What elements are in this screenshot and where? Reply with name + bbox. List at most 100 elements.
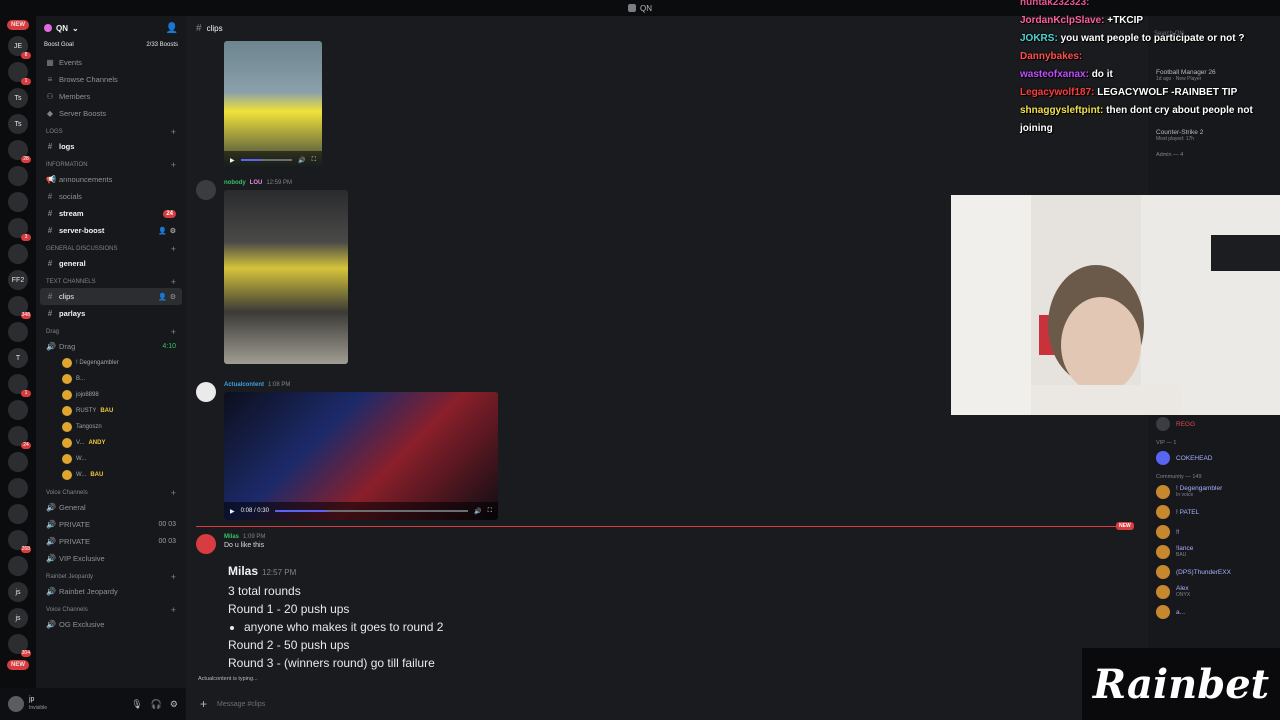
- guild-header[interactable]: QN ⌄ 👤: [36, 16, 186, 40]
- headphones-icon[interactable]: 🎧: [151, 699, 162, 710]
- member-item[interactable]: a...: [1148, 602, 1280, 622]
- play-icon[interactable]: ▶: [230, 508, 235, 515]
- voice-user[interactable]: jojo8898: [40, 387, 182, 403]
- channel-general[interactable]: # general: [40, 255, 182, 272]
- category-general[interactable]: GENERAL DISCUSSIONS +: [40, 243, 182, 255]
- server-icon[interactable]: [8, 478, 28, 498]
- sidebar-item-browse-channels[interactable]: ≡ Browse Channels: [40, 71, 182, 88]
- gear-icon[interactable]: ⚙: [170, 227, 176, 235]
- avatar[interactable]: [196, 382, 216, 402]
- category-voice-channels-2[interactable]: Voice Channels +: [40, 604, 182, 616]
- gear-icon[interactable]: ⚙: [170, 293, 176, 301]
- message-input[interactable]: Message #clips: [217, 701, 265, 708]
- gear-icon[interactable]: ⚙: [170, 699, 178, 710]
- voice-channel-drag[interactable]: 🔊 Drag 4:10: [40, 338, 182, 355]
- voice-user[interactable]: ! Degengambler: [40, 355, 182, 371]
- server-icon[interactable]: Ts: [8, 114, 28, 134]
- channel-server-boost[interactable]: # server-boost 👤 ⚙: [40, 222, 182, 239]
- channel-parlays[interactable]: # parlays: [40, 305, 182, 322]
- member-item[interactable]: (DPS)ThunderEXX: [1148, 562, 1280, 582]
- invite-icon[interactable]: 👤: [158, 227, 167, 235]
- channel-clips[interactable]: # clips 👤 ⚙: [40, 288, 182, 305]
- avatar[interactable]: [8, 696, 24, 712]
- server-icon[interactable]: [8, 400, 28, 420]
- video-progress[interactable]: [240, 159, 293, 161]
- server-icon[interactable]: FF2: [8, 270, 28, 290]
- image-attachment[interactable]: [224, 190, 348, 364]
- member-item[interactable]: ! Degengambler In voice: [1148, 482, 1280, 502]
- server-icon[interactable]: [8, 192, 28, 212]
- add-channel-icon[interactable]: +: [171, 160, 176, 170]
- invite-icon[interactable]: 👤: [158, 293, 167, 301]
- voice-user[interactable]: W...: [40, 451, 182, 467]
- fullscreen-icon[interactable]: ⛶: [488, 508, 492, 515]
- voice-user[interactable]: V... ANDY: [40, 435, 182, 451]
- server-icon[interactable]: 304: [8, 634, 31, 657]
- server-icon[interactable]: Ts: [8, 88, 28, 108]
- sidebar-item-server-boosts[interactable]: ◆ Server Boosts: [40, 105, 182, 122]
- play-icon[interactable]: ▶: [230, 157, 235, 164]
- server-icon[interactable]: [8, 322, 28, 342]
- add-channel-icon[interactable]: +: [171, 327, 176, 337]
- server-icon[interactable]: [8, 166, 28, 186]
- voice-channel-private-2[interactable]: 🔊 PRIVATE 00 03: [40, 533, 182, 550]
- server-icon[interactable]: 348: [8, 296, 31, 319]
- add-channel-icon[interactable]: +: [171, 277, 176, 287]
- channel-logs[interactable]: # logs: [40, 138, 182, 155]
- server-icon[interactable]: 3: [8, 218, 31, 241]
- server-icon[interactable]: 28: [8, 140, 31, 163]
- member-item[interactable]: !!: [1148, 522, 1280, 542]
- category-information[interactable]: INFORMATION +: [40, 159, 182, 171]
- add-channel-icon[interactable]: +: [171, 488, 176, 498]
- sidebar-item-members[interactable]: ⚇ Members: [40, 88, 182, 105]
- add-channel-icon[interactable]: +: [171, 605, 176, 615]
- voice-channel-vip[interactable]: 🔊 VIP Exclusive: [40, 550, 182, 567]
- voice-channel-general[interactable]: 🔊 General: [40, 499, 182, 516]
- video-progress[interactable]: [274, 510, 469, 512]
- new-badge[interactable]: NEW: [7, 660, 29, 670]
- server-icon[interactable]: js: [8, 608, 28, 628]
- avatar[interactable]: [196, 180, 216, 200]
- server-icon[interactable]: T: [8, 348, 28, 368]
- fullscreen-icon[interactable]: ⛶: [312, 157, 316, 164]
- add-member-icon[interactable]: 👤: [166, 23, 178, 34]
- voice-channel-rainbet[interactable]: 🔊 Rainbet Jeopardy: [40, 583, 182, 600]
- video-embed[interactable]: ▶ 0:08 / 0:30 🔊 ⛶: [224, 392, 498, 520]
- voice-user[interactable]: B...: [40, 371, 182, 387]
- member-item[interactable]: REGG: [1148, 414, 1280, 434]
- category-drag[interactable]: Drag +: [40, 326, 182, 338]
- server-icon[interactable]: JE 8: [8, 36, 31, 59]
- category-text-channels[interactable]: TEXT CHANNELS +: [40, 276, 182, 288]
- volume-icon[interactable]: 🔊: [298, 157, 305, 164]
- category-rainbet-jeopardy[interactable]: Rainbet Jeopardy +: [40, 571, 182, 583]
- server-icon[interactable]: js: [8, 582, 28, 602]
- add-channel-icon[interactable]: +: [171, 127, 176, 137]
- sidebar-item-events[interactable]: ▦ Events: [40, 54, 182, 71]
- video-embed[interactable]: ▶ 🔊 ⛶: [224, 41, 322, 169]
- member-item[interactable]: !lance BAU: [1148, 542, 1280, 562]
- message-author[interactable]: Milas: [224, 534, 239, 540]
- new-badge[interactable]: NEW: [7, 20, 29, 30]
- add-channel-icon[interactable]: +: [171, 572, 176, 582]
- server-icon[interactable]: [8, 504, 28, 524]
- volume-icon[interactable]: 🔊: [474, 508, 481, 515]
- avatar[interactable]: [196, 534, 216, 554]
- category-logs[interactable]: LOGS +: [40, 126, 182, 138]
- voice-user[interactable]: RUSTY BAU: [40, 403, 182, 419]
- server-icon[interactable]: 1: [8, 374, 31, 397]
- message-author[interactable]: Actualcontent: [224, 382, 264, 388]
- attach-icon[interactable]: +: [200, 697, 207, 711]
- category-voice-channels[interactable]: Voice Channels +: [40, 487, 182, 499]
- member-item[interactable]: ! PATEL: [1148, 502, 1280, 522]
- server-icon[interactable]: [8, 244, 28, 264]
- microphone-icon[interactable]: 🎙: [131, 699, 142, 710]
- channel-socials[interactable]: # socials: [40, 188, 182, 205]
- voice-user[interactable]: W... BAU: [40, 467, 182, 483]
- server-icon[interactable]: [8, 556, 28, 576]
- member-item[interactable]: Alex ONYX: [1148, 582, 1280, 602]
- add-channel-icon[interactable]: +: [171, 244, 176, 254]
- member-item[interactable]: COKEHEAD: [1148, 448, 1280, 468]
- voice-channel-private-1[interactable]: 🔊 PRIVATE 00 03: [40, 516, 182, 533]
- voice-channel-og[interactable]: 🔊 OG Exclusive: [40, 616, 182, 633]
- boost-goal[interactable]: Boost Goal 2/33 Boosts: [36, 40, 186, 50]
